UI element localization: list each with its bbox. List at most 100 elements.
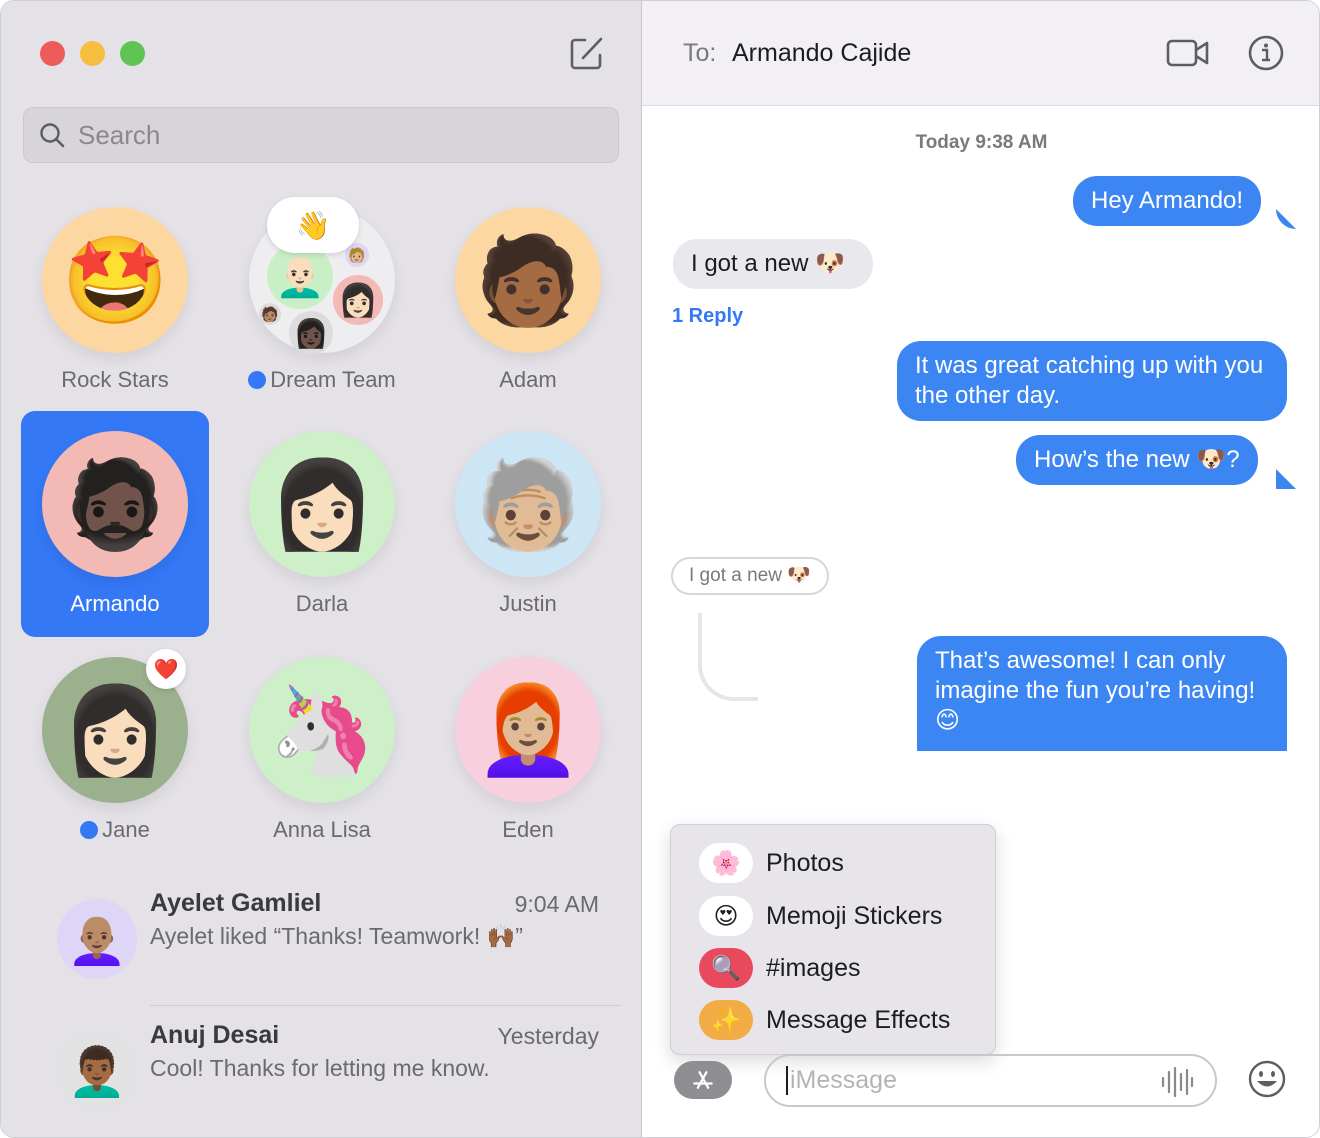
avatar: 👩🏽‍🦲 bbox=[57, 899, 137, 979]
pin-label: Rock Stars bbox=[61, 367, 169, 392]
audio-message-icon[interactable] bbox=[1159, 1066, 1195, 1098]
thread-connector bbox=[698, 613, 758, 701]
pin-rock-stars[interactable]: 🤩 Rock Stars bbox=[21, 187, 209, 413]
heart-badge: ❤️ bbox=[146, 649, 186, 689]
search-field[interactable] bbox=[23, 107, 619, 163]
memoji-icon: 🧓🏼 bbox=[474, 456, 582, 553]
messages-window: 🤩 Rock Stars 👨🏻‍🦲 👩🏻 👩🏿 🧑🏽 🧑🏼 👋 Dream Te… bbox=[0, 0, 1320, 1138]
photos-glyph: 🌸 bbox=[711, 849, 741, 877]
avatar: 🧔🏿 bbox=[42, 431, 188, 577]
pin-adam[interactable]: 🧑🏾 Adam bbox=[434, 187, 622, 413]
pin-eden[interactable]: 👩🏼‍🦰 Eden bbox=[434, 637, 622, 863]
message-bubble-incoming[interactable]: I got a new 🐶 bbox=[673, 239, 873, 289]
conversation-item[interactable]: 👨🏾‍🦱 Anuj Desai Yesterday Cool! Thanks f… bbox=[1, 1009, 641, 1129]
message-text: Hey Armando! bbox=[1091, 187, 1244, 214]
divider bbox=[150, 1005, 621, 1006]
message-input[interactable] bbox=[786, 1066, 1146, 1095]
facetime-button[interactable] bbox=[1166, 33, 1210, 73]
memoji-icon: 🧑🏾 bbox=[474, 232, 582, 329]
member-avatar: 🧑🏽 bbox=[259, 303, 281, 325]
thread-parent-bubble[interactable]: I got a new 🐶 bbox=[671, 557, 829, 595]
compose-icon bbox=[570, 37, 603, 70]
memoji-icon: 👩🏼‍🦰 bbox=[474, 682, 582, 779]
avatar: 👩🏻 ❤️ bbox=[42, 649, 188, 803]
pin-label: Darla bbox=[295, 591, 349, 616]
apps-menu-item-photos[interactable]: 🌸 Photos bbox=[699, 839, 844, 887]
message-bubble-outgoing[interactable]: That’s awesome! I can only imagine the f… bbox=[917, 636, 1287, 751]
memoji-icon: 👩🏽‍🦲 bbox=[67, 913, 127, 967]
avatar: 👩🏼‍🦰 bbox=[455, 657, 601, 803]
compose-button[interactable] bbox=[569, 35, 605, 71]
pin-label: Armando bbox=[70, 591, 160, 616]
apps-menu-item-images[interactable]: 🔍 #images bbox=[699, 944, 861, 992]
zoom-window-button[interactable] bbox=[120, 41, 145, 66]
emoji-picker-button[interactable] bbox=[1247, 1059, 1287, 1099]
pin-label: Eden bbox=[502, 817, 554, 842]
memoji-glyph: 😍 bbox=[713, 902, 739, 930]
message-text: That’s awesome! I can only imagine the f… bbox=[935, 647, 1256, 734]
bubble-tail bbox=[1276, 209, 1296, 229]
message-timestamp: Today 9:38 AM bbox=[915, 132, 1048, 153]
pin-label: Anna Lisa bbox=[273, 817, 371, 842]
menu-item-label: Photos bbox=[766, 848, 844, 877]
photo-avatar-icon: 👨🏾‍🦱 bbox=[67, 1045, 127, 1099]
apps-menu-item-memoji-stickers[interactable]: 😍 Memoji Stickers bbox=[699, 892, 942, 940]
conversation-header: To: Armando Cajide bbox=[642, 1, 1319, 106]
message-text: It was great catching up with you the ot… bbox=[915, 352, 1264, 409]
close-window-button[interactable] bbox=[40, 41, 65, 66]
message-bubble-outgoing[interactable]: Hey Armando! bbox=[1073, 176, 1262, 226]
message-text: I got a new 🐶 bbox=[691, 250, 845, 277]
message-effects-icon: ✨ bbox=[699, 1000, 753, 1040]
conversation-item[interactable]: 👩🏽‍🦲 Ayelet Gamliel 9:04 AM Ayelet liked… bbox=[1, 879, 641, 999]
conversation-preview: Ayelet liked “Thanks! Teamwork! 🙌🏾” bbox=[150, 923, 523, 949]
message-bubble-outgoing[interactable]: It was great catching up with you the ot… bbox=[897, 341, 1287, 421]
conversation-pane: To: Armando Cajide Today 9:38 AM Hey Arm… bbox=[642, 1, 1319, 1137]
pin-jane[interactable]: 👩🏻 ❤️ Jane bbox=[21, 637, 209, 863]
apps-button[interactable] bbox=[674, 1061, 732, 1099]
video-camera-icon bbox=[1166, 39, 1209, 67]
message-text: I got a new 🐶 bbox=[689, 565, 811, 586]
minimize-window-button[interactable] bbox=[80, 41, 105, 66]
bubble-tail bbox=[1276, 469, 1296, 489]
memoji-icon: 👩🏻 bbox=[268, 456, 376, 553]
memoji-stickers-icon: 😍 bbox=[699, 896, 753, 936]
photo-avatar-icon: 👩🏻 bbox=[61, 682, 169, 779]
message-text: How’s the new 🐶? bbox=[1034, 446, 1240, 473]
star-struck-emoji-icon: 🤩 bbox=[61, 232, 169, 329]
avatar: 🦄 bbox=[249, 657, 395, 803]
avatar: 👨🏾‍🦱 bbox=[57, 1031, 137, 1111]
recipient-name[interactable]: Armando Cajide bbox=[732, 39, 911, 68]
search-input[interactable] bbox=[78, 119, 578, 151]
to-label: To: bbox=[683, 39, 717, 67]
menu-item-label: Message Effects bbox=[766, 1005, 951, 1034]
pin-label: Jane bbox=[102, 817, 150, 842]
pin-armando[interactable]: 🧔🏿 Armando bbox=[21, 411, 209, 637]
info-icon bbox=[1248, 35, 1284, 71]
pin-darla[interactable]: 👩🏻 Darla bbox=[228, 411, 416, 637]
conversation-time: 9:04 AM bbox=[514, 891, 599, 917]
sparkle-wand-glyph: ✨ bbox=[711, 1006, 741, 1034]
pin-anna-lisa[interactable]: 🦄 Anna Lisa bbox=[228, 637, 416, 863]
menu-item-label: #images bbox=[766, 953, 861, 982]
globe-search-glyph: 🔍 bbox=[711, 954, 741, 982]
apps-menu: 🌸 Photos 😍 Memoji Stickers 🔍 #images ✨ M… bbox=[670, 824, 996, 1055]
unread-indicator bbox=[80, 821, 99, 839]
waving-hand-badge: 👋 bbox=[267, 197, 359, 253]
thread-reply-link[interactable]: 1 Reply bbox=[672, 305, 743, 328]
member-avatar: 👩🏻 bbox=[333, 275, 383, 325]
conversation-preview: Cool! Thanks for letting me know. bbox=[150, 1055, 490, 1081]
menu-item-label: Memoji Stickers bbox=[766, 901, 943, 930]
avatar: 🧓🏼 bbox=[455, 431, 601, 577]
unread-indicator bbox=[248, 371, 267, 389]
message-bubble-outgoing[interactable]: How’s the new 🐶? bbox=[1016, 435, 1258, 485]
pin-justin[interactable]: 🧓🏼 Justin bbox=[434, 411, 622, 637]
details-button[interactable] bbox=[1246, 33, 1290, 73]
avatar: 👩🏻 bbox=[249, 431, 395, 577]
group-avatar: 👨🏻‍🦲 👩🏻 👩🏿 🧑🏽 🧑🏼 👋 bbox=[249, 197, 395, 355]
app-store-icon bbox=[693, 1071, 713, 1089]
message-composer[interactable] bbox=[764, 1054, 1217, 1107]
photos-icon: 🌸 bbox=[699, 843, 753, 883]
sidebar: 🤩 Rock Stars 👨🏻‍🦲 👩🏻 👩🏿 🧑🏽 🧑🏼 👋 Dream Te… bbox=[1, 1, 642, 1137]
pin-dream-team[interactable]: 👨🏻‍🦲 👩🏻 👩🏿 🧑🏽 🧑🏼 👋 Dream Team bbox=[228, 187, 416, 413]
apps-menu-item-message-effects[interactable]: ✨ Message Effects bbox=[699, 996, 950, 1044]
